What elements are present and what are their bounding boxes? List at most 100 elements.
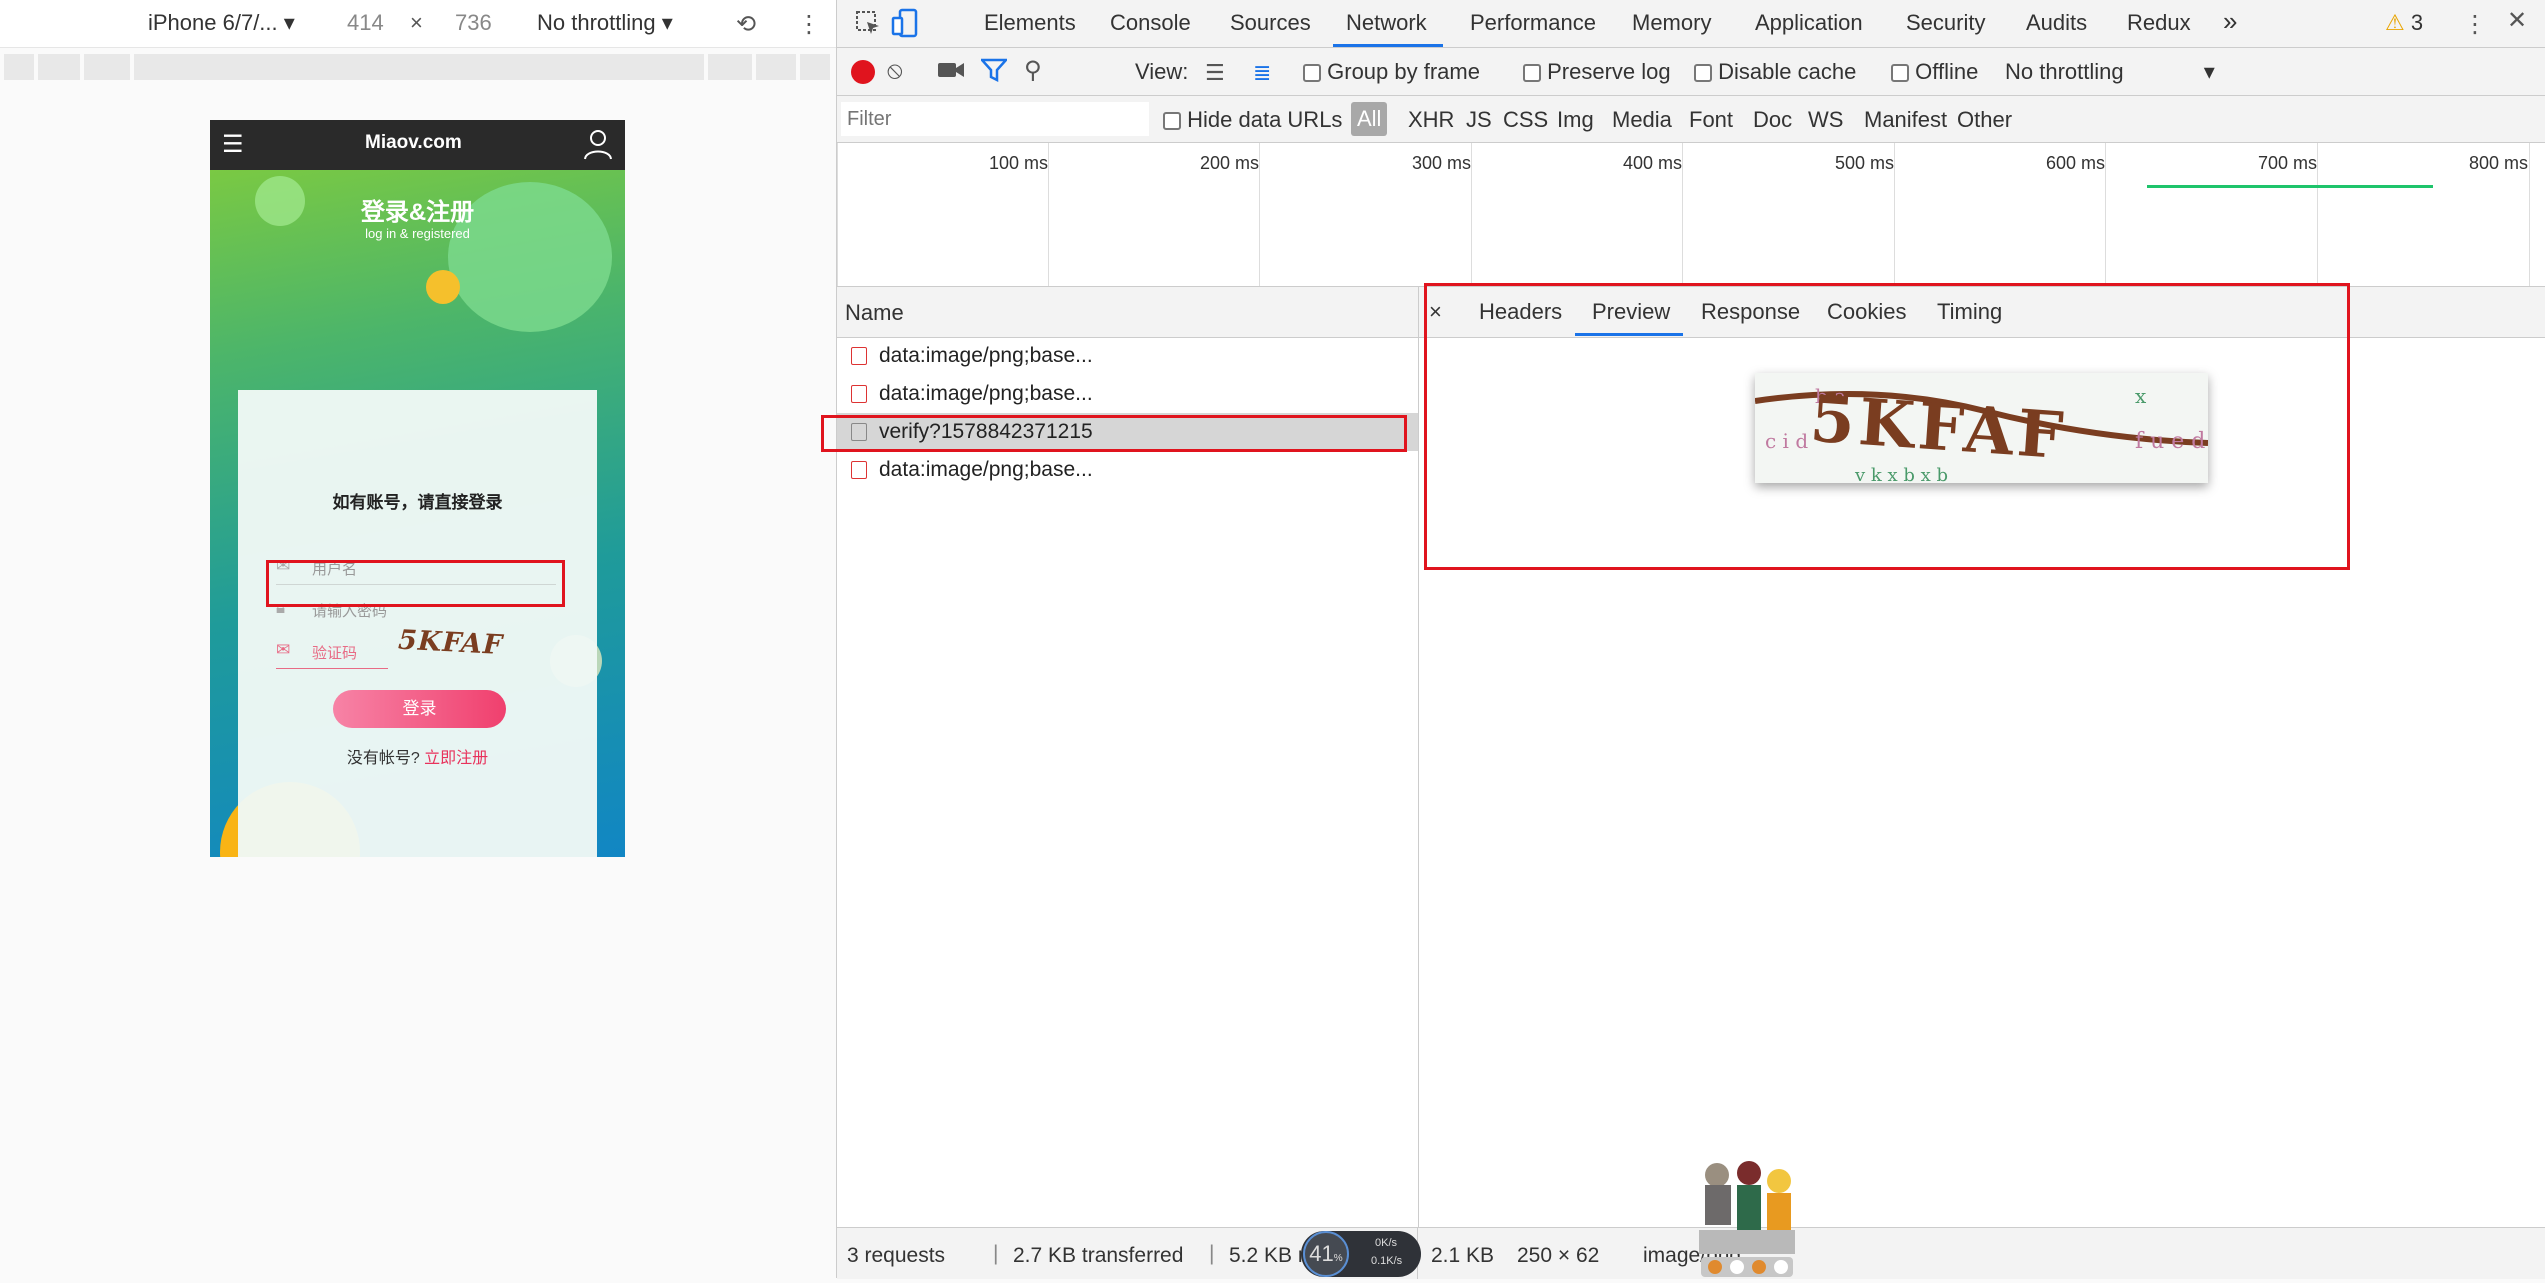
- network-speed-widget[interactable]: 41% 0K/s 0.1K/s: [1301, 1231, 1421, 1277]
- tab-redux[interactable]: Redux: [2127, 10, 2191, 36]
- hamburger-menu-icon[interactable]: ☰: [222, 130, 244, 159]
- status-bar: 3 requests | 2.7 KB transferred | 5.2 KB…: [837, 1227, 2545, 1279]
- mobile-viewport: ☰ Miaov.com 登录&注册 log in & registered 如有…: [210, 120, 625, 857]
- request-count: 3 requests: [847, 1244, 946, 1267]
- record-icon[interactable]: [851, 60, 875, 84]
- request-row[interactable]: data:image/png;base...: [837, 337, 1418, 375]
- timeline-tick: 400 ms: [1623, 153, 1683, 173]
- filter-type-js[interactable]: JS: [1466, 107, 1492, 133]
- filter-icon[interactable]: [979, 58, 1009, 88]
- filter-type-all[interactable]: All: [1351, 102, 1388, 136]
- login-button[interactable]: 登录: [333, 690, 506, 728]
- viewport-height-input[interactable]: 736: [455, 10, 492, 36]
- image-file-icon: [851, 347, 867, 365]
- preview-dimensions: 250 × 62: [1517, 1244, 1600, 1267]
- request-row[interactable]: data:image/png;base...: [837, 375, 1418, 413]
- login-subtitle: log in & registered: [365, 226, 470, 241]
- timeline-tick: 700 ms: [2258, 153, 2318, 173]
- device-throttling-select[interactable]: No throttling ▾: [537, 10, 673, 36]
- login-title: 登录&注册: [360, 199, 475, 226]
- filter-type-css[interactable]: CSS: [1503, 107, 1548, 133]
- view-label: View:: [1135, 59, 1189, 84]
- download-speed: 0.1K/s: [1371, 1255, 1403, 1267]
- filter-type-other[interactable]: Other: [1957, 107, 2012, 133]
- preview-highlight-box: [1424, 283, 2350, 570]
- tab-performance[interactable]: Performance: [1470, 10, 1596, 36]
- close-devtools-icon[interactable]: ✕: [2507, 6, 2527, 35]
- mail-icon: ✉: [276, 640, 291, 659]
- request-row[interactable]: data:image/png;base...: [837, 451, 1418, 489]
- devtools-panel: Elements Console Sources Network Perform…: [836, 0, 2545, 1279]
- preview-size: 2.1 KB: [1431, 1244, 1495, 1267]
- upload-speed: 0K/s: [1375, 1237, 1398, 1249]
- filter-bar: Hide data URLs All XHR JS CSS Img Media …: [837, 96, 2545, 143]
- filter-type-img[interactable]: Img: [1557, 107, 1594, 133]
- media-query-bar[interactable]: [0, 50, 836, 80]
- timeline-tick: 800 ms: [2469, 153, 2529, 173]
- tab-network[interactable]: Network: [1346, 10, 1427, 36]
- offline-checkbox[interactable]: Offline: [1891, 59, 1978, 85]
- tab-sources[interactable]: Sources: [1230, 10, 1311, 36]
- filter-type-media[interactable]: Media: [1612, 107, 1672, 133]
- active-tab-indicator: [1333, 44, 1443, 47]
- device-toolbar: iPhone 6/7/... ▾ 414 × 736 No throttling…: [0, 0, 836, 48]
- warnings-badge[interactable]: ⚠ 3: [2385, 10, 2423, 36]
- timeline-tick: 300 ms: [1412, 153, 1472, 173]
- tab-application[interactable]: Application: [1755, 10, 1863, 36]
- register-prompt: 没有帐号? 立即注册: [346, 750, 489, 767]
- login-card: 如有账号，请直接登录 ✉ 用户名 🔒︎ 请输入密码 ✉ 验证码 5KFAF 登录…: [238, 390, 597, 857]
- filter-input[interactable]: [841, 102, 1149, 136]
- status-divider: |: [993, 1242, 999, 1265]
- timeline-tick: 100 ms: [989, 153, 1049, 173]
- filter-type-xhr[interactable]: XHR: [1408, 107, 1454, 133]
- search-icon[interactable]: ⚲: [1024, 56, 1042, 85]
- decor-bubble: [426, 270, 460, 304]
- request-highlight-box: [821, 415, 1407, 452]
- network-toolbar: ⦸ ⚲ View: ☰ ≣ Group by frame Preserve lo…: [837, 48, 2545, 96]
- group-by-frame-checkbox[interactable]: Group by frame: [1303, 59, 1480, 85]
- settings-menu-icon[interactable]: ⋮: [2463, 10, 2487, 39]
- waterfall-view-icon[interactable]: ≣: [1253, 60, 1271, 86]
- network-throttling-select[interactable]: No throttling ▾: [2005, 59, 2215, 85]
- tab-memory[interactable]: Memory: [1632, 10, 1711, 36]
- tab-console[interactable]: Console: [1110, 10, 1191, 36]
- large-rows-icon[interactable]: ☰: [1205, 60, 1225, 86]
- register-link[interactable]: 立即注册: [424, 750, 488, 767]
- transferred-size: 2.7 KB transferred: [1013, 1244, 1184, 1267]
- preserve-log-checkbox[interactable]: Preserve log: [1523, 59, 1671, 85]
- filter-type-font[interactable]: Font: [1689, 107, 1733, 133]
- tab-audits[interactable]: Audits: [2026, 10, 2087, 36]
- more-tabs-icon[interactable]: »: [2223, 6, 2237, 37]
- device-toggle-icon[interactable]: [891, 8, 919, 44]
- rotate-icon[interactable]: ⟲: [736, 10, 756, 39]
- tab-security[interactable]: Security: [1906, 10, 1985, 36]
- device-select[interactable]: iPhone 6/7/... ▾: [148, 10, 295, 36]
- captcha-field[interactable]: ✉ 验证码: [276, 632, 388, 669]
- timeline-tick: 600 ms: [2046, 153, 2106, 173]
- timeline-tick: 500 ms: [1835, 153, 1895, 173]
- disable-cache-checkbox[interactable]: Disable cache: [1694, 59, 1856, 85]
- widget-gauge: 41%: [1303, 1231, 1349, 1277]
- inspect-element-icon[interactable]: [855, 10, 881, 42]
- filter-type-manifest[interactable]: Manifest: [1864, 107, 1947, 133]
- tab-elements[interactable]: Elements: [984, 10, 1076, 36]
- filter-type-doc[interactable]: Doc: [1753, 107, 1792, 133]
- status-divider: |: [1209, 1242, 1215, 1265]
- more-options-icon[interactable]: ⋮: [797, 10, 821, 39]
- screenshot-camera-icon[interactable]: [937, 59, 965, 87]
- desktop-pet-illustration[interactable]: [1699, 1155, 1795, 1278]
- network-overview-timeline[interactable]: 100 ms 200 ms 300 ms 400 ms 500 ms 600 m…: [837, 143, 2545, 287]
- user-icon[interactable]: [583, 128, 613, 165]
- timing-bar: [2147, 185, 2433, 188]
- captcha-image[interactable]: 5KFAF: [397, 625, 529, 668]
- name-column-header[interactable]: Name: [837, 287, 1418, 338]
- devtools-tabbar: Elements Console Sources Network Perform…: [837, 0, 2545, 48]
- filter-type-ws[interactable]: WS: [1808, 107, 1843, 133]
- site-logo[interactable]: Miaov.com: [365, 132, 462, 154]
- warning-icon: ⚠: [2385, 10, 2405, 35]
- image-file-icon: [851, 461, 867, 479]
- image-file-icon: [851, 385, 867, 403]
- hide-data-urls-checkbox[interactable]: Hide data URLs: [1163, 107, 1342, 133]
- viewport-width-input[interactable]: 414: [347, 10, 384, 36]
- clear-icon[interactable]: ⦸: [887, 57, 903, 85]
